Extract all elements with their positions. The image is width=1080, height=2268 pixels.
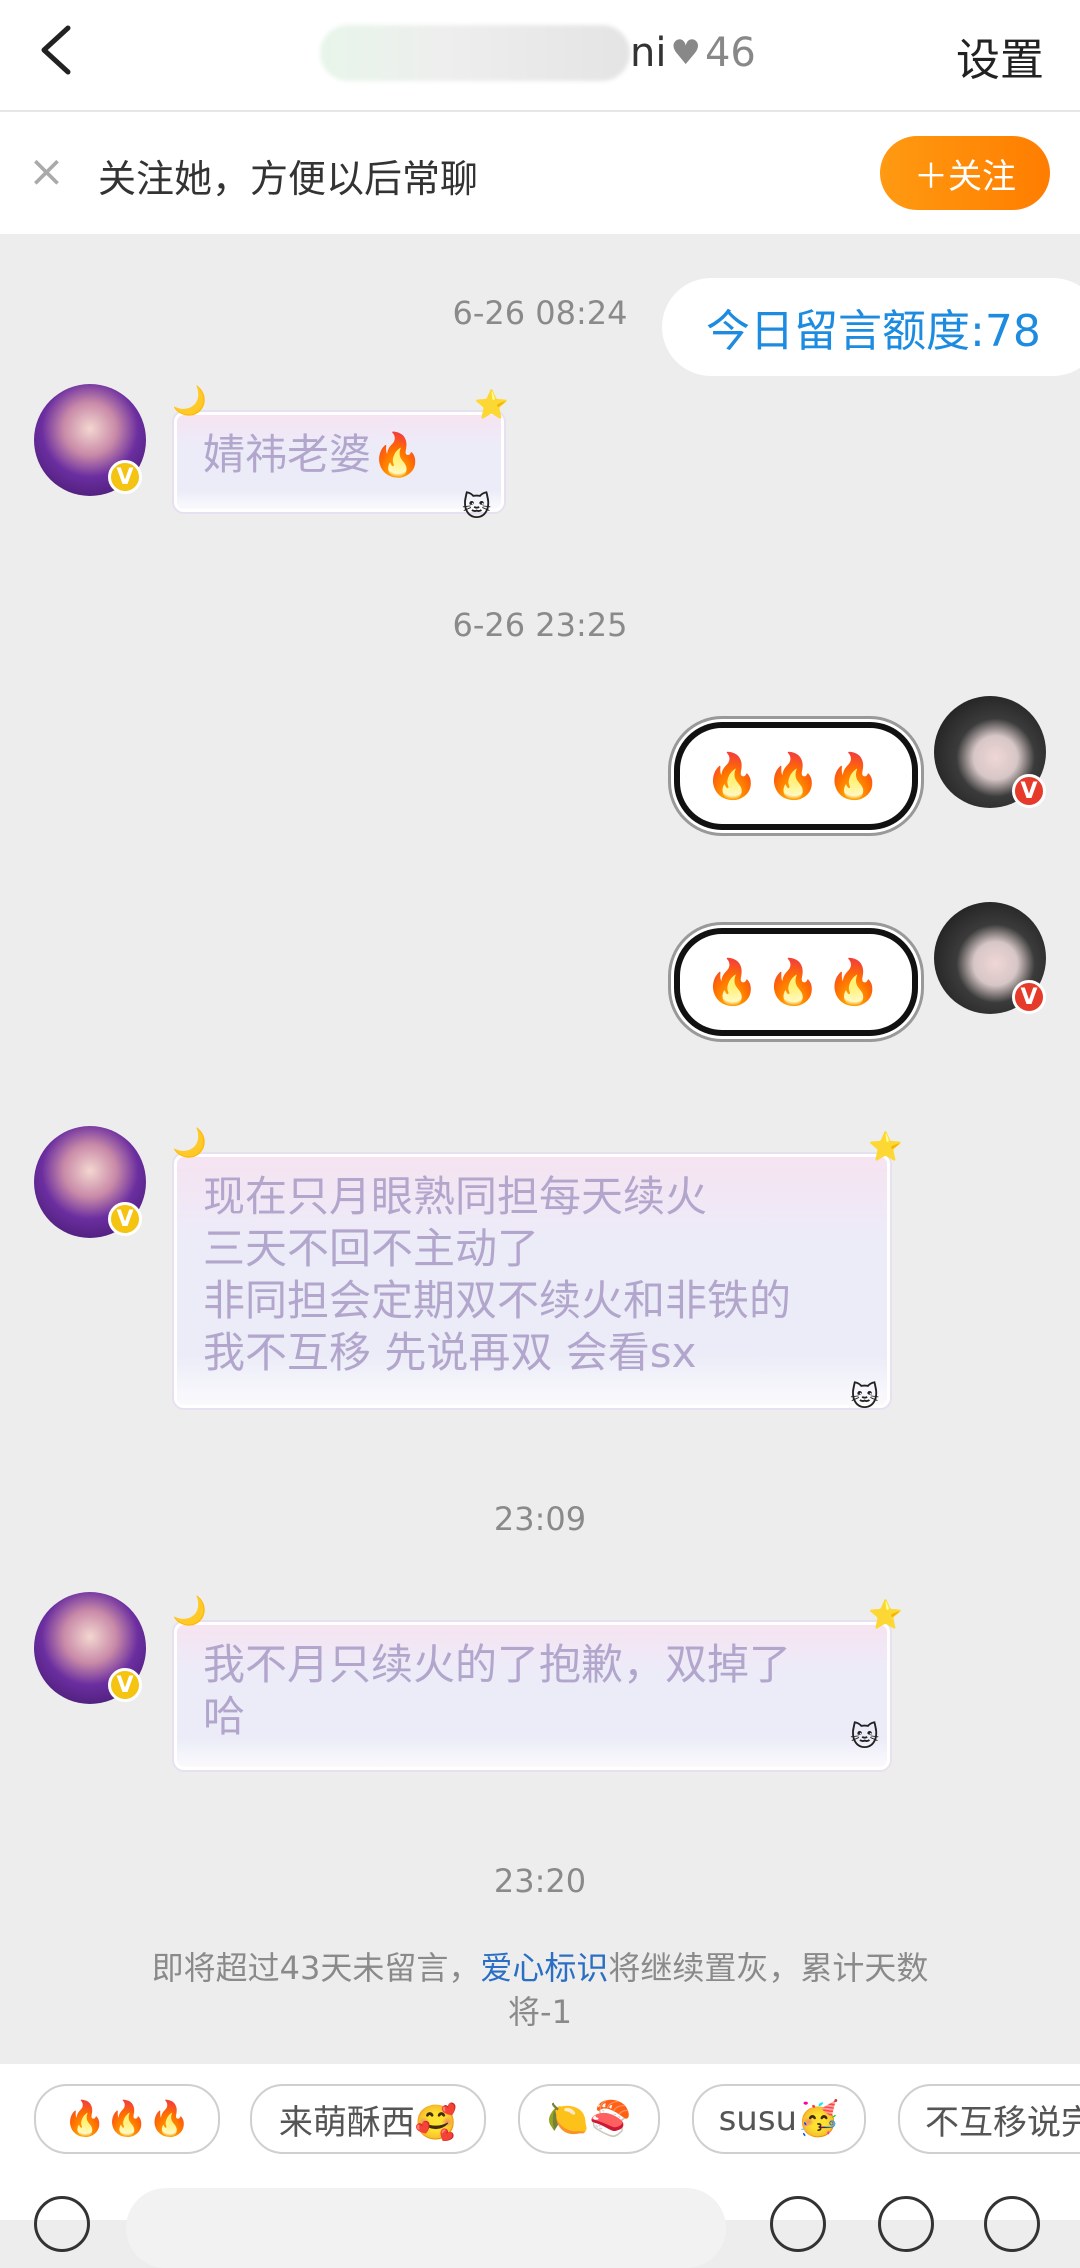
chat-title: ni ♥ 46 (320, 18, 756, 88)
timestamp: 23:09 (493, 1500, 587, 1538)
verified-badge-icon: V (108, 1668, 142, 1702)
message-text: 🔥🔥🔥 (704, 751, 888, 802)
star-icon: ⭐ (868, 1130, 903, 1163)
emoji-icon[interactable] (770, 2196, 826, 2252)
message-bubble[interactable]: 现在只月眼熟同担每天续火 三天不回不主动了 非同担会定期双不续火和非铁的 我不互… (174, 1154, 890, 1408)
timestamp: 23:20 (493, 1862, 587, 1900)
quick-reply-chip[interactable]: 来萌酥西🥰 (250, 2084, 486, 2154)
message-text: 婧祎老婆🔥 (203, 430, 424, 479)
moon-icon: 🌙 (172, 1126, 207, 1159)
follow-banner: × 关注她，方便以后常聊 ＋关注 (0, 112, 1080, 234)
input-bar (0, 2174, 1080, 2268)
message-line: 我不月只续火的了抱歉，双掉了 (203, 1640, 792, 1689)
message-line: 哈 (203, 1692, 246, 1741)
verified-badge-icon: V (1012, 774, 1046, 808)
cat-icon: 🐱 (850, 1380, 880, 1413)
inactivity-notice: 即将超过43天未留言，爱心标识将继续置灰，累计天数将-1 (120, 1946, 960, 2034)
follow-prompt: 关注她，方便以后常聊 (98, 157, 479, 201)
quick-reply-chip[interactable]: susu🥳 (692, 2084, 866, 2154)
message-input[interactable] (126, 2188, 726, 2268)
top-bar: ni ♥ 46 设置 (0, 0, 1080, 112)
notice-text: 即将超过43天未留言， (151, 1949, 481, 1987)
message-bubble[interactable]: 我不月只续火的了抱歉，双掉了 哈 (174, 1622, 890, 1770)
star-icon: ⭐ (474, 388, 509, 421)
message-line: 我不互移 先说再双 会看sx (203, 1328, 697, 1377)
message-bubble[interactable]: 🔥🔥🔥 (674, 928, 918, 1036)
message-text: 🔥🔥🔥 (704, 957, 888, 1008)
voice-icon[interactable] (34, 2196, 90, 2252)
message-line: 非同担会定期双不续火和非铁的 (203, 1276, 792, 1325)
close-icon[interactable]: × (28, 150, 72, 194)
username-suffix: ni (630, 30, 667, 76)
quick-reply-chip[interactable]: 🔥🔥🔥 (34, 2084, 220, 2154)
chevron-left-icon[interactable] (30, 20, 90, 80)
moon-icon: 🌙 (172, 1594, 207, 1627)
quick-reply-chip[interactable]: 不互移说完 (898, 2084, 1080, 2154)
verified-badge-icon: V (1012, 980, 1046, 1014)
moon-icon: 🌙 (172, 384, 207, 417)
verified-badge-icon: V (108, 1202, 142, 1236)
message-bubble[interactable]: 婧祎老婆🔥 (174, 412, 504, 512)
verified-badge-icon: V (108, 460, 142, 494)
heart-mark-link[interactable]: 爱心标识 (480, 1949, 608, 1987)
plus-icon[interactable] (984, 2196, 1040, 2252)
timestamp: 6-26 23:25 (452, 606, 628, 644)
message-line: 三天不回不主动了 (203, 1224, 540, 1273)
cat-icon: 🐱 (850, 1720, 880, 1753)
settings-button[interactable]: 设置 (956, 24, 1044, 88)
notification-icon[interactable] (878, 2196, 934, 2252)
heart-icon: ♥ (670, 33, 701, 73)
blurred-username (320, 25, 630, 81)
quick-reply-chip[interactable]: 🍋🍣 (518, 2084, 660, 2154)
cat-icon: 🐱 (462, 490, 492, 523)
intimacy-level: 46 (704, 30, 756, 76)
follow-button[interactable]: ＋关注 (880, 136, 1050, 210)
quota-pill: 今日留言额度:78 (662, 278, 1080, 376)
quick-reply-bar: 🔥🔥🔥 来萌酥西🥰 🍋🍣 susu🥳 不互移说完 (0, 2064, 1080, 2174)
message-bubble[interactable]: 🔥🔥🔥 (674, 722, 918, 830)
message-line: 现在只月眼熟同担每天续火 (203, 1172, 708, 1221)
star-icon: ⭐ (868, 1598, 903, 1631)
